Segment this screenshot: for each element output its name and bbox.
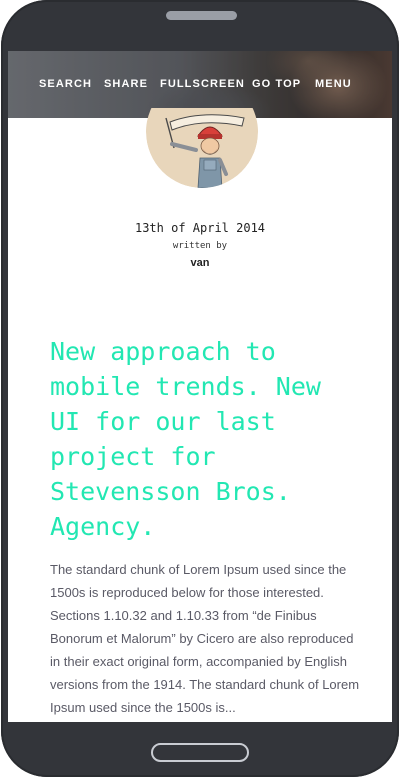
phone-frame: SEARCH SHARE FULLSCREEN GO TOP MENU 13th… bbox=[1, 0, 399, 777]
author-avatar bbox=[146, 108, 258, 188]
written-by-label: written by bbox=[172, 241, 228, 251]
nav-share[interactable]: SHARE bbox=[104, 78, 148, 90]
home-button[interactable] bbox=[151, 743, 249, 762]
post-headline: New approach to mobile trends. New UI fo… bbox=[50, 337, 321, 541]
phone-speaker bbox=[166, 11, 237, 20]
screen: SEARCH SHARE FULLSCREEN GO TOP MENU 13th… bbox=[8, 51, 392, 722]
post-date: 13th of April 2014 bbox=[134, 221, 266, 235]
nav-go-top[interactable]: GO TOP bbox=[252, 78, 301, 90]
top-nav: SEARCH SHARE FULLSCREEN GO TOP MENU bbox=[8, 51, 392, 118]
author-name[interactable]: van bbox=[8, 257, 392, 269]
nav-fullscreen[interactable]: FULLSCREEN bbox=[160, 78, 245, 90]
nav-search[interactable]: SEARCH bbox=[39, 78, 92, 90]
nav-menu[interactable]: MENU bbox=[315, 78, 352, 90]
post-body: The standard chunk of Lorem Ipsum used s… bbox=[50, 562, 360, 715]
avatar-illustration-icon bbox=[165, 114, 245, 188]
